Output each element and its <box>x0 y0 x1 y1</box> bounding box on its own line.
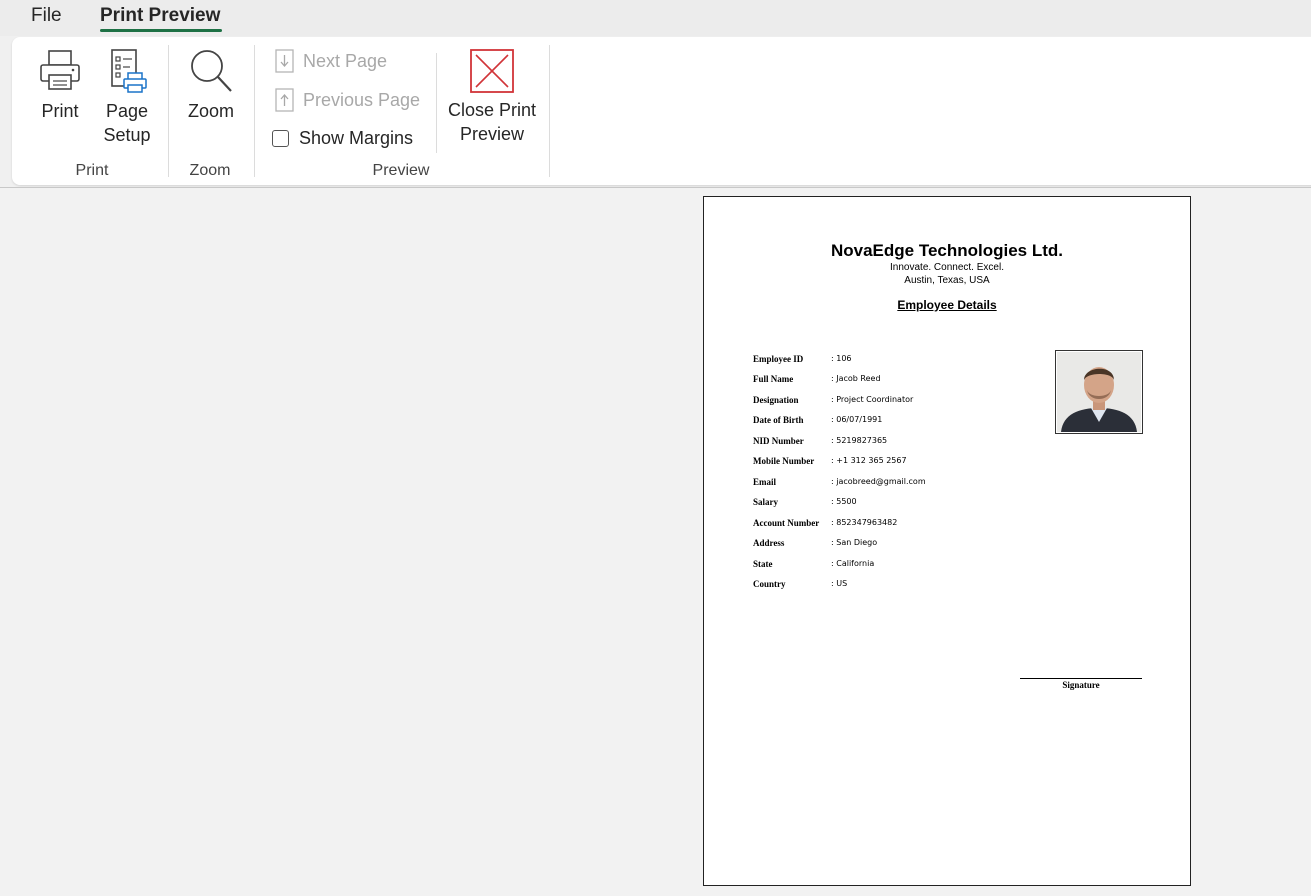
show-margins-toggle[interactable]: Show Margins <box>272 128 413 149</box>
field-label: Salary <box>753 497 779 507</box>
field-label: Email <box>753 477 777 487</box>
active-tab-indicator <box>100 29 222 32</box>
company-location: Austin, Texas, USA <box>904 275 990 286</box>
page-setup-icon <box>111 49 147 93</box>
next-page-button[interactable]: Next Page <box>275 49 387 73</box>
page-setup-button[interactable]: Page Setup <box>100 47 154 147</box>
field-label: Designation <box>753 395 799 405</box>
field-value: : 06/07/1991 <box>831 415 883 424</box>
up-arrow-icon <box>275 88 294 112</box>
next-page-label: Next Page <box>303 50 388 71</box>
group-separator <box>168 45 169 177</box>
tab-print-preview[interactable]: Print Preview <box>100 5 220 27</box>
company-name: NovaEdge Technologies Ltd. <box>830 241 1064 260</box>
ribbon: Print Page Setup Print Zoom Zoom Next Pa… <box>12 37 1311 185</box>
show-margins-label: Show Margins <box>299 128 414 148</box>
document-page: NovaEdge Technologies Ltd. Innovate. Con… <box>703 196 1191 886</box>
field-label: Mobile Number <box>753 456 815 466</box>
close-x-icon <box>470 49 514 93</box>
close-label-line1: Close Print <box>447 100 537 120</box>
portrait-image <box>1057 352 1141 432</box>
previous-page-label: Previous Page <box>303 89 421 110</box>
magnifier-icon <box>191 50 232 92</box>
field-value: : California <box>831 559 875 568</box>
zoom-button[interactable]: Zoom <box>184 47 238 123</box>
page-setup-label-line1: Page <box>105 101 149 121</box>
field-label: Employee ID <box>753 354 804 364</box>
printer-icon <box>40 50 80 90</box>
page-setup-label-line2: Setup <box>103 125 151 145</box>
field-value: : 106 <box>831 354 852 363</box>
field-label: Address <box>753 538 785 548</box>
menu-bar: File Print Preview <box>0 0 1311 36</box>
field-label: Account Number <box>753 518 820 528</box>
employee-photo <box>1055 350 1143 434</box>
field-value: : 5500 <box>831 497 857 506</box>
document-title: Employee Details <box>897 298 997 312</box>
group-separator <box>549 45 550 177</box>
field-value: : San Diego <box>831 538 878 547</box>
close-print-preview-button[interactable]: Close Print Preview <box>444 49 540 146</box>
zoom-button-label: Zoom <box>187 101 234 121</box>
close-label-line2: Preview <box>459 124 525 144</box>
field-value: : Project Coordinator <box>831 395 914 404</box>
print-button-label: Print <box>41 101 79 121</box>
group-separator <box>254 45 255 177</box>
print-button[interactable]: Print <box>34 47 86 123</box>
field-value: : 852347963482 <box>831 518 898 527</box>
field-value: : jacobreed@gmail.com <box>831 477 926 486</box>
field-label: Full Name <box>753 374 794 384</box>
field-value: : Jacob Reed <box>831 374 881 383</box>
field-value: : 5219827365 <box>831 436 888 445</box>
signature-line <box>1020 678 1142 679</box>
preview-area[interactable]: NovaEdge Technologies Ltd. Innovate. Con… <box>0 187 1311 896</box>
field-label: NID Number <box>753 436 804 446</box>
show-margins-checkbox[interactable] <box>272 130 289 147</box>
field-label: State <box>753 559 773 569</box>
field-label: Date of Birth <box>753 415 804 425</box>
company-tagline: Innovate. Connect. Excel. <box>890 262 1004 273</box>
field-label: Country <box>753 579 786 589</box>
signature-label: Signature <box>1062 680 1100 690</box>
tab-file[interactable]: File <box>31 5 62 27</box>
field-value: : +1 312 365 2567 <box>831 456 907 465</box>
field-value: : US <box>831 579 848 588</box>
inner-separator <box>436 53 437 153</box>
down-arrow-icon <box>275 49 294 73</box>
group-label-print: Print <box>75 162 109 179</box>
group-label-preview: Preview <box>372 162 430 179</box>
group-label-zoom: Zoom <box>189 162 231 179</box>
previous-page-button[interactable]: Previous Page <box>275 88 420 112</box>
